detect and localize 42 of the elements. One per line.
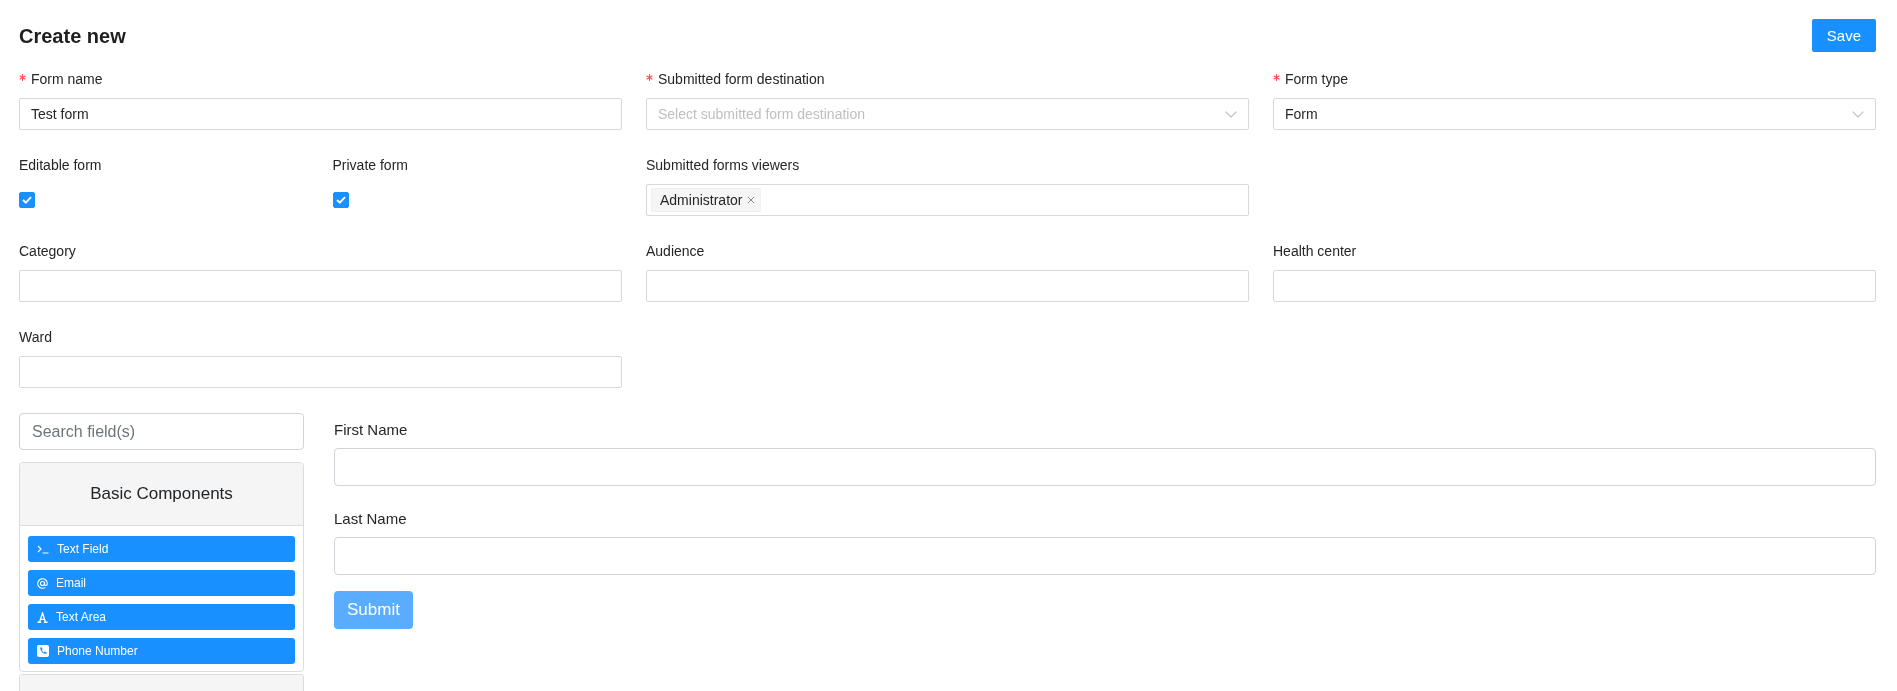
text-input[interactable]: Test form: [19, 98, 622, 130]
field-label: Audience: [646, 242, 705, 260]
text-input[interactable]: [19, 356, 622, 388]
field-label: Last Name: [334, 509, 407, 529]
field-label: Submitted forms viewers: [646, 156, 800, 174]
text-input[interactable]: [19, 270, 622, 302]
checkmark-icon: [22, 196, 32, 204]
field-label: First Name: [334, 420, 408, 440]
checkbox[interactable]: [332, 192, 349, 208]
checkbox[interactable]: [19, 192, 35, 208]
font-icon: [37, 611, 48, 623]
search-field[interactable]: Search field(s): [19, 413, 304, 450]
field-label: Editable form: [19, 156, 102, 174]
select-field[interactable]: Select submitted form destination: [646, 98, 1249, 130]
page-title: Create new: [19, 23, 126, 49]
chevron-down-icon[interactable]: [1225, 110, 1237, 118]
field-label: Private form: [332, 156, 408, 174]
text-input[interactable]: [334, 448, 1876, 486]
select-field[interactable]: Form: [1273, 98, 1876, 130]
component-button[interactable]: Text Area: [28, 604, 295, 630]
field-label: Form name: [31, 70, 103, 88]
save-button[interactable]: Save: [1811, 19, 1876, 52]
checkmark-icon: [335, 196, 346, 204]
terminal-icon: [37, 544, 49, 554]
at-sign-icon: [37, 577, 48, 589]
field-label: Health center: [1273, 242, 1357, 260]
field-label: Form type: [1285, 70, 1348, 88]
component-button[interactable]: Email: [28, 570, 295, 596]
chevron-down-icon[interactable]: [1852, 110, 1864, 118]
close-icon[interactable]: [747, 196, 756, 204]
text-input[interactable]: [334, 537, 1876, 575]
field-label: Ward: [19, 328, 52, 346]
component-button[interactable]: Text Field: [28, 536, 295, 562]
group-title[interactable]: Basic Components: [90, 484, 233, 504]
multi-select-field[interactable]: Administrator: [646, 184, 1249, 216]
phone-icon: [37, 645, 49, 657]
text-input[interactable]: [646, 270, 1249, 302]
text-input[interactable]: [1273, 270, 1876, 302]
field-label: Submitted form destination: [658, 70, 825, 88]
field-label: Category: [19, 242, 76, 260]
component-button[interactable]: Phone Number: [28, 638, 295, 664]
tag-label: Administrator: [660, 192, 743, 208]
